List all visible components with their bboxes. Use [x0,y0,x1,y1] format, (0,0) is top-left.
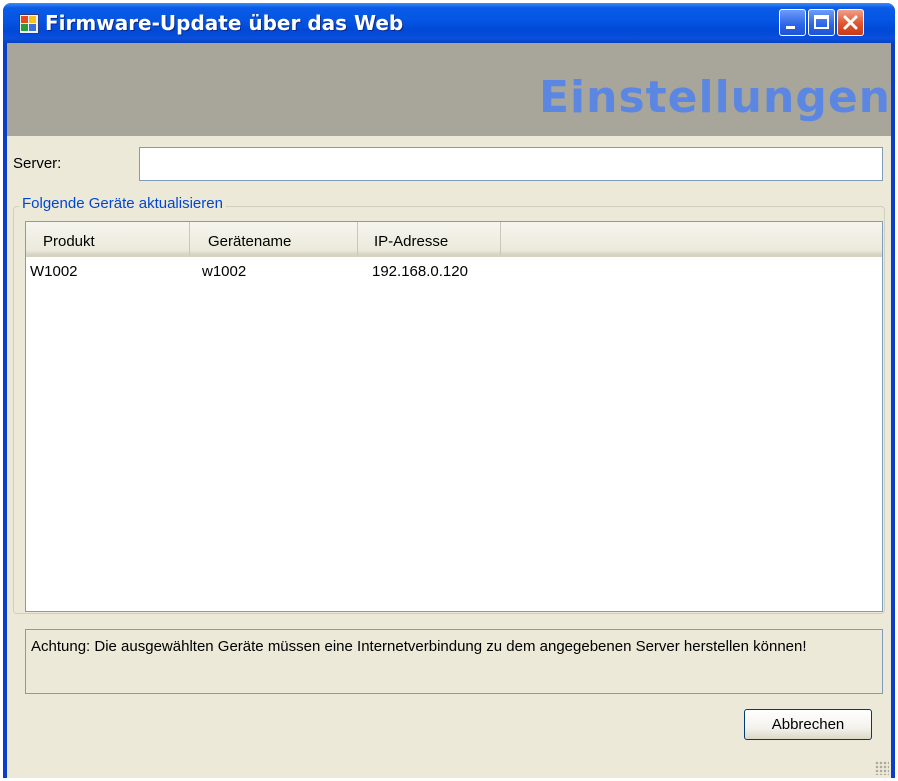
resize-grip[interactable] [875,761,889,775]
maximize-button[interactable] [808,9,835,36]
device-list-header: Produkt Gerätename IP-Adresse [26,222,882,257]
cancel-button[interactable]: Abbrechen [744,709,872,740]
banner-title: Einstellungen [538,72,891,123]
column-header-geraetename[interactable]: Gerätename [190,222,358,255]
firmware-update-window: Firmware-Update über das Web Einstellung… [3,3,895,778]
window-title: Firmware-Update über das Web [45,11,404,35]
application-icon[interactable] [19,14,39,34]
cell-geraetename: w1002 [202,263,247,280]
column-header-produkt[interactable]: Produkt [26,222,190,255]
maximize-icon [814,15,829,29]
close-button[interactable] [837,9,864,36]
dialog-client-area: Einstellungen Server: Folgende Geräte ak… [7,43,891,778]
devices-group-label: Folgende Geräte aktualisieren [19,195,226,212]
server-input[interactable] [139,147,883,181]
minimize-icon [786,26,795,29]
server-label: Server: [13,155,62,172]
device-row[interactable]: W1002 w1002 192.168.0.120 [26,258,882,282]
device-list[interactable]: Produkt Gerätename IP-Adresse W1002 w100… [25,221,883,612]
warning-notice: Achtung: Die ausgewählten Geräte müssen … [25,629,883,694]
cell-ip-adresse: 192.168.0.120 [372,263,468,280]
minimize-button[interactable] [779,9,806,36]
title-bar[interactable]: Firmware-Update über das Web [3,3,895,43]
close-icon [843,15,858,30]
cell-produkt: W1002 [30,263,78,280]
header-banner: Einstellungen [7,43,891,136]
column-header-ip-adresse[interactable]: IP-Adresse [358,222,501,255]
